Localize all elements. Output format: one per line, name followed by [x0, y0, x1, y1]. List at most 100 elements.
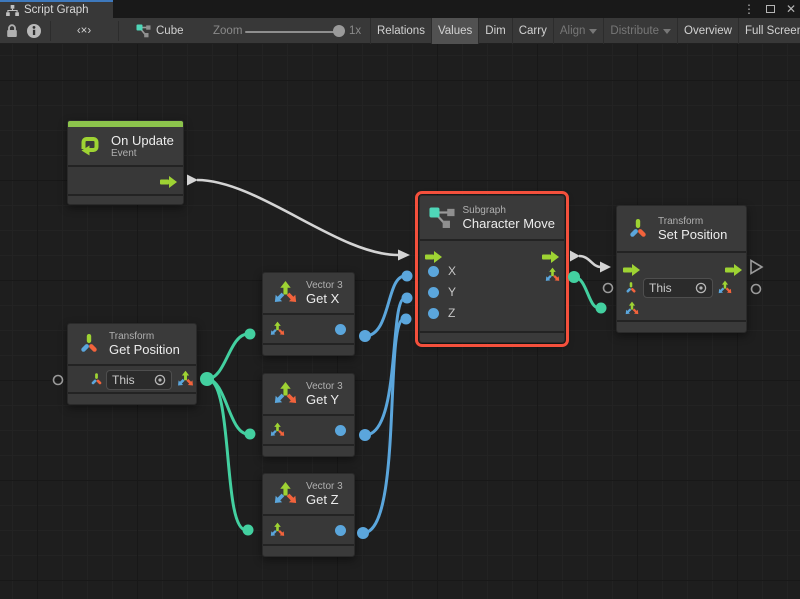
node-title: Get Position — [109, 342, 180, 357]
dim-button[interactable]: Dim — [478, 18, 511, 44]
node-get-y[interactable]: Vector 3 Get Y — [262, 373, 355, 457]
float-output-port[interactable] — [335, 525, 346, 536]
wire-charactermove-to-setposition-vector[interactable] — [574, 277, 599, 308]
values-button[interactable]: Values — [431, 18, 478, 44]
zoom-slider-track[interactable] — [245, 31, 337, 33]
target-picker-icon[interactable] — [154, 374, 166, 386]
node-title: Set Position — [658, 227, 727, 242]
carry-button[interactable]: Carry — [512, 18, 553, 44]
node-footer — [263, 444, 354, 454]
relations-button[interactable]: Relations — [370, 18, 431, 44]
transform-input-icon[interactable] — [624, 281, 638, 300]
node-title: Character Move — [463, 216, 555, 231]
zoom-label: Zoom — [213, 18, 242, 44]
vector3-input-port[interactable] — [269, 522, 286, 544]
zoom-slider-knob[interactable] — [333, 25, 345, 37]
port-setposition-vector-in[interactable] — [596, 303, 607, 314]
wire-getposition-to-gety[interactable] — [207, 379, 248, 434]
wire-end-arrow[interactable] — [398, 250, 410, 261]
vector3-input-port[interactable] — [624, 301, 640, 322]
wire-gety-to-charactermove-y[interactable] — [365, 298, 405, 435]
graph-breadcrumb[interactable] — [136, 18, 151, 44]
flow-output-port[interactable] — [160, 175, 177, 193]
float-output-port[interactable] — [335, 425, 346, 436]
vector3-output-port[interactable] — [176, 370, 195, 394]
wire-flow-charactermove-to-setposition[interactable] — [579, 256, 601, 267]
target-field[interactable]: This — [643, 278, 713, 298]
node-subtitle: Transform — [109, 331, 180, 342]
port-charactermove-x-in[interactable] — [402, 271, 413, 282]
wire-getx-to-charactermove-x[interactable] — [365, 276, 405, 336]
close-icon[interactable]: ✕ — [786, 0, 796, 18]
node-footer — [68, 194, 183, 204]
chevron-down-icon — [663, 29, 671, 34]
flow-input-port[interactable] — [623, 263, 640, 281]
wire-flow-onupdate-to-charactermove[interactable] — [197, 180, 398, 255]
lock-button[interactable] — [4, 18, 20, 44]
fullscreen-button[interactable]: Full Screen — [738, 18, 800, 44]
port-label-z: Z — [448, 306, 455, 320]
wire-start-arrow[interactable] — [187, 175, 198, 186]
port-getposition-target-in[interactable] — [54, 376, 63, 385]
vector3-icon — [272, 280, 299, 307]
wire-getz-to-charactermove-z[interactable] — [363, 319, 404, 533]
target-picker-icon[interactable] — [695, 282, 707, 294]
vector3-icon — [272, 381, 299, 408]
float-output-port[interactable] — [335, 324, 346, 335]
port-charactermove-value-out[interactable] — [568, 271, 580, 283]
node-get-z[interactable]: Vector 3 Get Z — [262, 473, 355, 557]
node-title: On Update — [111, 133, 174, 148]
port-getz-value-out[interactable] — [357, 527, 369, 539]
overview-button[interactable]: Overview — [677, 18, 738, 44]
port-charactermove-y-in[interactable] — [402, 293, 413, 304]
node-footer — [263, 544, 354, 554]
zoom-value: 1x — [349, 18, 361, 44]
node-footer — [263, 343, 354, 353]
align-dropdown[interactable]: Align — [553, 18, 604, 44]
code-icon: ‹×› — [77, 25, 91, 37]
wire-start-arrow[interactable] — [570, 251, 580, 262]
distribute-dropdown[interactable]: Distribute — [603, 18, 677, 44]
transform-input-icon[interactable] — [89, 372, 104, 392]
flow-output-port[interactable] — [542, 250, 559, 268]
vector3-icon — [272, 481, 299, 508]
vector3-input-port[interactable] — [269, 422, 286, 444]
port-getposition-value-out[interactable] — [200, 372, 214, 386]
vector3-output-port[interactable] — [717, 280, 733, 301]
port-getx-value-out[interactable] — [359, 330, 371, 342]
node-character-move[interactable]: Subgraph Character Move X Y Z — [419, 195, 565, 343]
node-set-position[interactable]: Transform Set Position This — [616, 205, 747, 333]
flow-output-port[interactable] — [725, 263, 742, 281]
input-port-x[interactable] — [428, 266, 439, 277]
port-charactermove-z-in[interactable] — [401, 314, 412, 325]
port-setposition-flow-out-ext[interactable] — [751, 261, 762, 274]
node-on-update[interactable]: On Update Event — [67, 120, 184, 205]
window-menu-icon[interactable]: ⋮ — [743, 0, 755, 18]
maximize-icon[interactable] — [766, 5, 775, 13]
input-port-z[interactable] — [428, 308, 439, 319]
port-gety-value-out[interactable] — [359, 429, 371, 441]
target-field[interactable]: This — [106, 370, 172, 390]
node-subtitle: Event — [111, 148, 174, 159]
port-gety-vector-in[interactable] — [245, 429, 256, 440]
node-get-x[interactable]: Vector 3 Get X — [262, 272, 355, 356]
port-setposition-target-in[interactable] — [604, 284, 613, 293]
tab-script-graph[interactable]: Script Graph — [0, 0, 113, 18]
port-setposition-value-out-ext[interactable] — [752, 285, 761, 294]
input-port-y[interactable] — [428, 287, 439, 298]
lock-icon — [4, 23, 20, 39]
port-getz-vector-in[interactable] — [243, 525, 254, 536]
wire-getposition-to-getx[interactable] — [207, 334, 248, 379]
port-label-x: X — [448, 264, 456, 278]
wire-getposition-to-getz[interactable] — [207, 379, 246, 530]
info-button[interactable] — [26, 18, 42, 44]
port-getx-vector-in[interactable] — [245, 329, 256, 340]
wire-end-arrow[interactable] — [600, 262, 611, 273]
vector3-input-port[interactable] — [269, 321, 286, 343]
subgraph-breadcrumb-icon — [136, 24, 151, 38]
vector3-output-port[interactable] — [544, 267, 561, 289]
toolbar-separator — [118, 21, 119, 41]
graph-canvas[interactable]: On Update Event — [0, 44, 800, 599]
node-get-position[interactable]: Transform Get Position This — [67, 323, 197, 405]
code-view-button[interactable]: ‹×› — [62, 18, 106, 44]
